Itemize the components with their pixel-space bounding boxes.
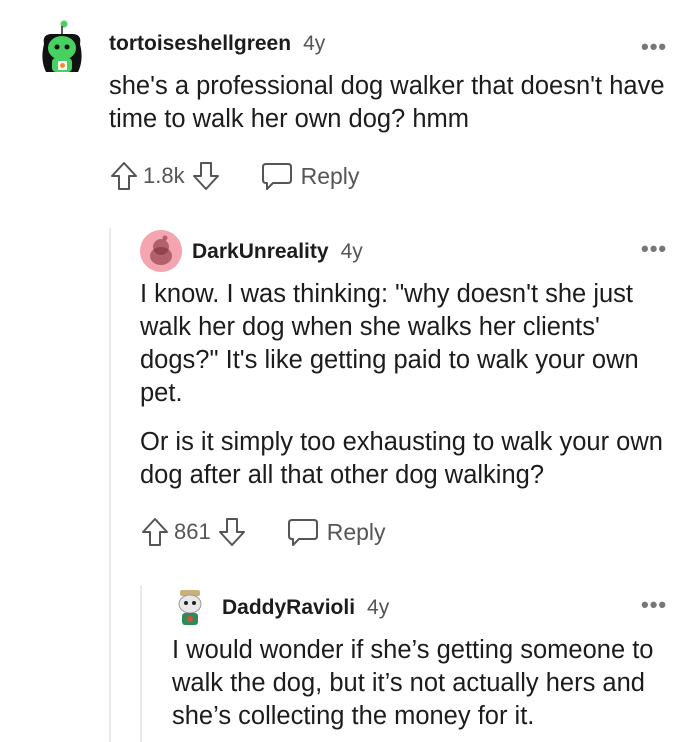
username[interactable]: DaddyRavioli [222,596,355,620]
comment-age[interactable]: 4y [303,32,325,56]
comment-bubble-icon [261,161,293,191]
comment-paragraph: I would wonder if she’s getting someone … [172,636,654,730]
more-options-icon[interactable]: ••• [641,592,667,618]
vote-count: 861 [174,519,211,544]
downvote-icon[interactable] [217,516,247,548]
comment-bubble-icon [287,517,319,547]
comment-age[interactable]: 4y [367,596,389,620]
downvote-icon[interactable] [191,160,221,192]
thread-line-level-2[interactable] [140,585,142,742]
upvote-icon[interactable] [140,516,170,548]
comment-body: she's a professional dog walker that doe… [109,70,669,136]
reply-label: Reply [300,162,360,189]
reply-label: Reply [326,518,386,545]
comment-age[interactable]: 4y [341,240,363,264]
reply-button[interactable]: Reply [287,517,386,547]
thread-line-level-1[interactable] [109,228,111,742]
more-options-icon[interactable]: ••• [641,236,667,262]
user-avatar[interactable] [174,588,206,628]
username[interactable]: tortoiseshellgreen [109,32,291,56]
comment-paragraph: she's a professional dog walker that doe… [109,72,665,133]
more-options-icon[interactable]: ••• [641,34,667,60]
vote-count: 1.8k [143,163,185,188]
upvote-icon[interactable] [109,160,139,192]
reply-button[interactable]: Reply [261,161,360,191]
username[interactable]: DarkUnreality [192,240,329,264]
comment-paragraph: I know. I was thinking: "why doesn't she… [140,280,639,407]
comment-body: I would wonder if she’s getting someone … [172,634,672,733]
comment-body: I know. I was thinking: "why doesn't she… [140,278,670,492]
user-avatar[interactable] [38,20,84,76]
comment-paragraph: Or is it simply too exhausting to walk y… [140,428,663,489]
user-avatar[interactable] [140,230,182,272]
